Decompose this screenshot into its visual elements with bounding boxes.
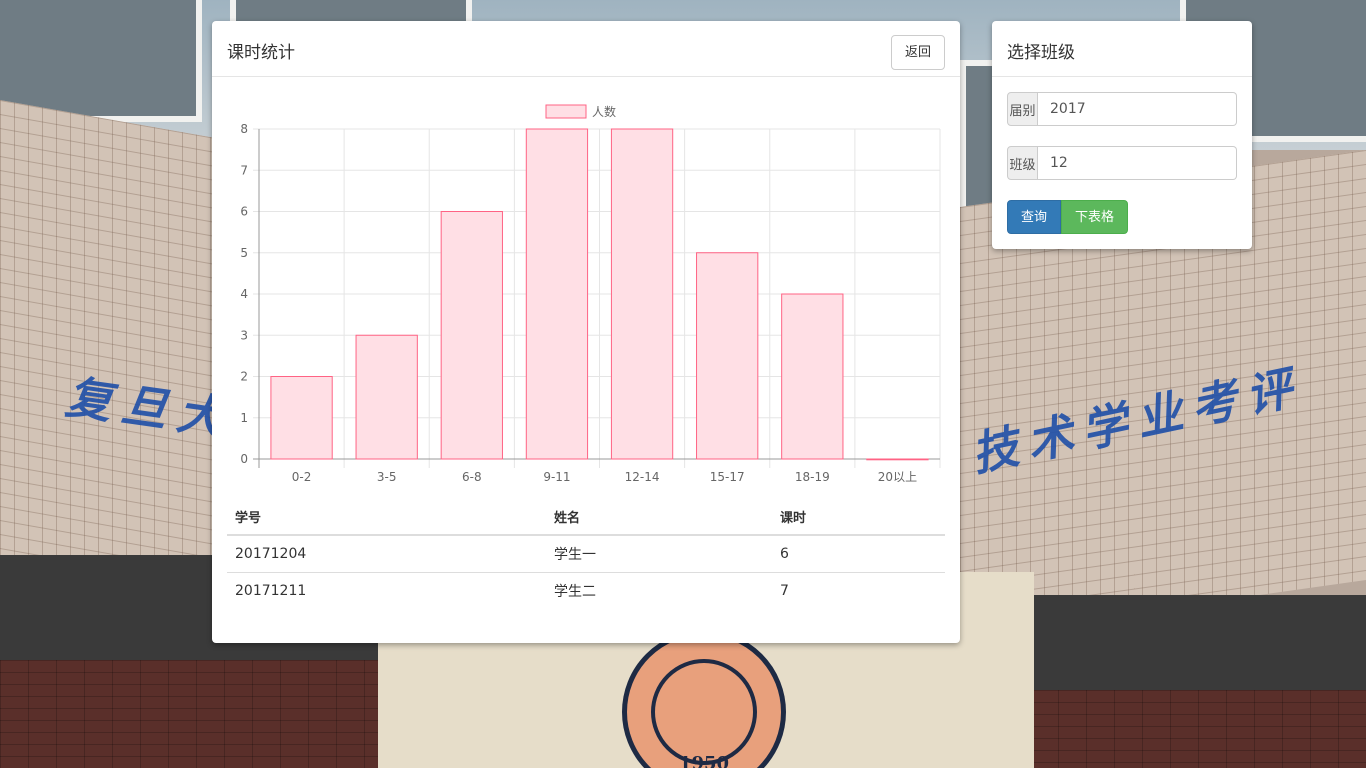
table-header-row: 学号 姓名 课时 [227, 498, 945, 536]
background-window [0, 0, 202, 122]
table-row: 20171204 学生一 6 [227, 535, 945, 573]
chart-bar[interactable] [525, 128, 589, 460]
cell-name: 学生二 [554, 584, 596, 600]
table-row: 20171211 学生二 7 [227, 573, 945, 610]
chart-bar[interactable] [270, 376, 333, 460]
x-tick-label: 15-17 [710, 470, 745, 484]
background-tile-wall-left [0, 100, 215, 608]
cell-student-id: 20171204 [227, 535, 546, 573]
download-table-button[interactable]: 下表格 [1061, 200, 1128, 234]
students-table: 学号 姓名 课时 20171204 学生一 6 20171211 学生二 7 [227, 498, 945, 609]
y-tick-label: 0 [240, 452, 248, 466]
class-picker-title: 选择班级 [1007, 43, 1075, 63]
background-brick-right [1030, 690, 1366, 768]
background-brick-left [0, 660, 380, 768]
column-header-student-id: 学号 [227, 498, 546, 536]
y-tick-label: 4 [240, 287, 248, 301]
x-tick-label: 9-11 [543, 470, 570, 484]
chart-legend[interactable]: 人数 [545, 104, 616, 119]
y-tick-label: 3 [240, 328, 248, 342]
grade-input-group: 届别 [1007, 92, 1237, 126]
chart-bar[interactable] [696, 252, 759, 460]
chart-y-axis: 0 1 2 3 4 5 6 7 8 [240, 122, 248, 466]
chart-bar[interactable] [781, 293, 844, 460]
cell-class-hours: 7 [780, 583, 789, 599]
x-tick-label: 6-8 [462, 470, 482, 484]
chart-bar[interactable] [440, 211, 503, 460]
stats-panel: 课时统计 返回 0 1 2 3 4 5 6 7 8 0-2 3-5 6-8 9-11 12-14 15-1… [212, 21, 960, 643]
school-emblem-year: 1950 [678, 753, 730, 768]
back-button[interactable]: 返回 [891, 35, 945, 70]
column-header-name: 姓名 [546, 498, 772, 536]
cell-student-id: 20171211 [235, 583, 307, 599]
cell-name: 学生一 [546, 535, 772, 573]
legend-label[interactable]: 人数 [592, 104, 616, 119]
chart-x-axis: 0-2 3-5 6-8 9-11 12-14 15-17 18-19 20以上 [292, 470, 917, 484]
cell-class-hours: 6 [772, 535, 945, 573]
y-tick-label: 8 [240, 122, 248, 136]
y-tick-label: 6 [240, 205, 248, 219]
y-tick-label: 2 [240, 370, 248, 384]
x-tick-label: 20以上 [878, 470, 917, 484]
column-header-class-hours: 课时 [772, 498, 945, 536]
grade-label: 届别 [1007, 92, 1038, 126]
query-button[interactable]: 查询 [1007, 200, 1061, 234]
class-input-group: 班级 [1007, 146, 1237, 180]
stats-panel-header: 课时统计 返回 [212, 21, 960, 77]
x-tick-label: 12-14 [625, 470, 660, 484]
x-tick-label: 0-2 [292, 470, 312, 484]
class-picker-header: 选择班级 [992, 21, 1252, 77]
x-tick-label: 3-5 [377, 470, 397, 484]
class-picker-panel: 选择班级 届别 班级 查询 下表格 [992, 21, 1252, 249]
stats-panel-title: 课时统计 [227, 43, 295, 63]
class-input[interactable] [1038, 146, 1237, 180]
chart-bar[interactable] [866, 458, 929, 461]
legend-swatch[interactable] [545, 104, 587, 119]
y-tick-label: 7 [240, 163, 248, 177]
chart-bar[interactable] [355, 334, 418, 460]
grade-input[interactable] [1038, 92, 1237, 126]
y-tick-label: 1 [240, 411, 248, 425]
background-eave-right [1030, 595, 1366, 690]
class-hours-bar-chart: 0 1 2 3 4 5 6 7 8 0-2 3-5 6-8 9-11 12-14 15-17 18-19 20… [240, 104, 941, 484]
x-tick-label: 18-19 [795, 470, 830, 484]
chart-bar[interactable] [610, 128, 674, 460]
class-label: 班级 [1007, 146, 1038, 180]
y-tick-label: 5 [240, 246, 248, 260]
school-emblem-inner-ring [651, 659, 757, 765]
